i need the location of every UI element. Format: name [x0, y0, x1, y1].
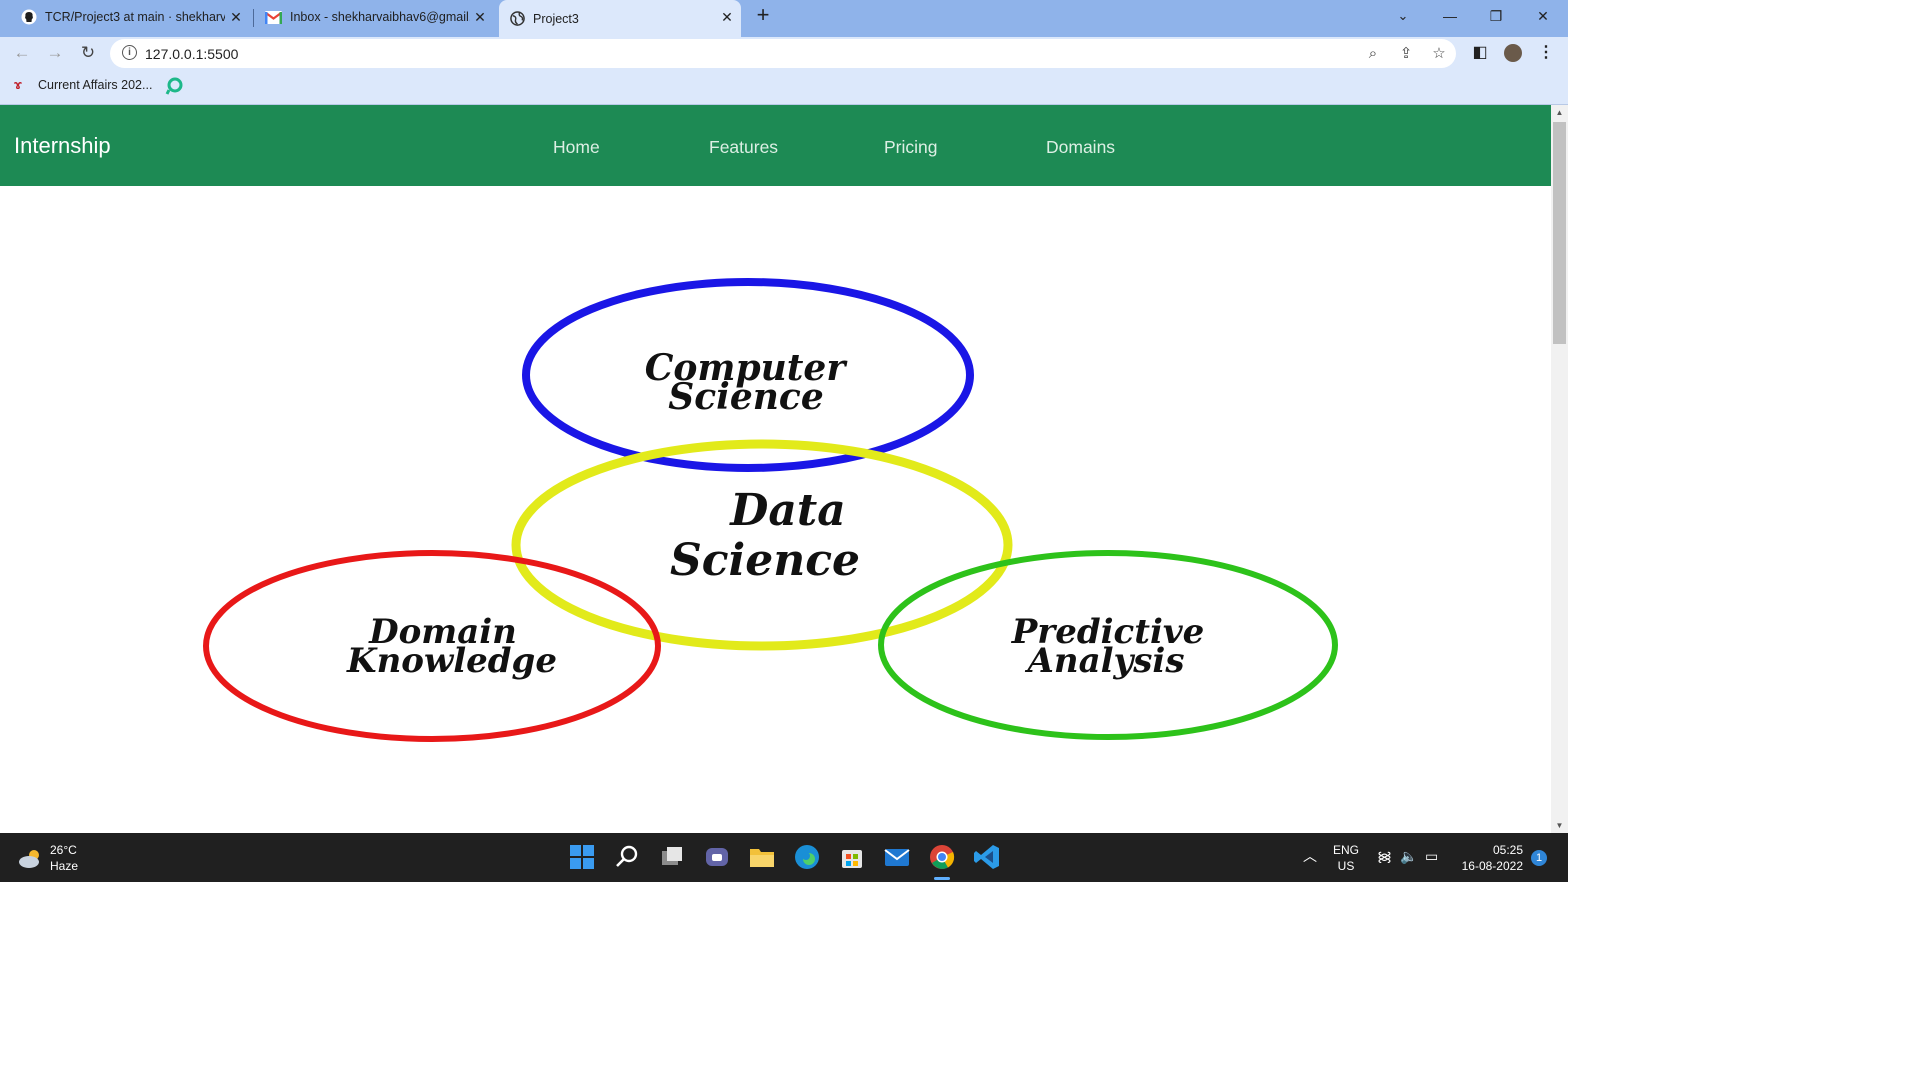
forward-button[interactable]: →: [44, 42, 66, 64]
circle-label-line2: Knowledge: [346, 641, 557, 681]
vscode-icon[interactable]: [973, 843, 1001, 871]
input-language[interactable]: ENG US: [1331, 842, 1361, 874]
scroll-down-icon[interactable]: ▼: [1551, 818, 1568, 833]
file-explorer-icon[interactable]: [748, 843, 776, 871]
tab-title: TCR/Project3 at main · shekharvaibhav6: [45, 10, 225, 24]
side-panel-icon[interactable]: ◧: [1469, 42, 1491, 64]
page-scrollbar[interactable]: ▲ ▼: [1551, 105, 1568, 833]
windows-taskbar: 26°C Haze ︿ ENG US ᯼ 🔈 ▭ 05:25 16-08-202…: [0, 833, 1568, 882]
weather-temp: 26°C: [50, 843, 77, 857]
tab-title: Project3: [533, 11, 579, 26]
circle-domain-knowledge: Domain Knowledge: [203, 550, 661, 742]
circle-label-line1: Data: [728, 485, 846, 536]
mail-icon[interactable]: [883, 843, 911, 871]
gmail-icon: [265, 10, 282, 24]
address-bar[interactable]: i 127.0.0.1:5500 ⌕ ⇪ ☆: [110, 39, 1456, 68]
circle-data-science: Data Science: [511, 439, 1013, 651]
show-hidden-icons-icon[interactable]: ︿: [1303, 848, 1317, 864]
menu-icon[interactable]: ⋮: [1535, 42, 1557, 64]
bookmark-current-affairs[interactable]: ɤ Current Affairs 202...: [14, 77, 153, 93]
weather-desc: Haze: [50, 859, 79, 873]
minimize-button[interactable]: —: [1438, 6, 1462, 26]
zoom-icon[interactable]: ⌕: [1364, 45, 1382, 63]
close-tab-icon[interactable]: ✕: [472, 9, 488, 25]
browser-toolbar: ← → ↻ i 127.0.0.1:5500 ⌕ ⇪ ☆ ◧ ⋮: [0, 37, 1568, 70]
volume-icon[interactable]: 🔈: [1400, 848, 1417, 864]
tab-github[interactable]: TCR/Project3 at main · shekharvaibhav6 ✕: [12, 0, 250, 34]
bookmark-favicon-icon: ɤ: [14, 77, 22, 92]
site-info-icon[interactable]: i: [122, 45, 137, 60]
clock-date: 16-08-2022: [1461, 859, 1523, 873]
wifi-icon[interactable]: ᯼: [1377, 848, 1392, 864]
close-tab-icon[interactable]: ✕: [228, 9, 244, 25]
task-view-icon[interactable]: [658, 843, 686, 871]
circle-label-line2: Science: [668, 376, 824, 418]
url-text: 127.0.0.1:5500: [145, 46, 239, 62]
extension-icon[interactable]: [165, 77, 183, 95]
windows-start-icon[interactable]: [568, 843, 596, 871]
battery-icon[interactable]: ▭: [1425, 848, 1438, 864]
tab-gmail[interactable]: Inbox - shekharvaibhav6@gmail.com ✕: [256, 0, 494, 34]
chrome-icon[interactable]: [928, 843, 956, 871]
circle-label-line2: Analysis: [1024, 641, 1184, 681]
data-science-venn-image: Computer Science Data Science Domain Kno…: [203, 278, 1338, 742]
clock[interactable]: 05:25 16-08-2022: [1455, 842, 1523, 874]
bookmark-label: Current Affairs 202...: [38, 78, 153, 92]
teams-chat-icon[interactable]: [703, 843, 731, 871]
clock-time: 05:25: [1492, 843, 1523, 857]
back-button[interactable]: ←: [11, 42, 33, 64]
notification-badge[interactable]: 1: [1531, 850, 1547, 866]
close-tab-icon[interactable]: ✕: [719, 9, 735, 25]
bookmarks-bar: ɤ Current Affairs 202...: [0, 70, 1568, 105]
reload-button[interactable]: ↻: [77, 42, 99, 64]
scrollbar-thumb[interactable]: [1553, 122, 1566, 344]
scroll-up-icon[interactable]: ▲: [1551, 105, 1568, 120]
weather-widget[interactable]: 26°C Haze: [18, 842, 78, 874]
profile-avatar[interactable]: [1502, 42, 1524, 64]
share-icon[interactable]: ⇪: [1397, 45, 1415, 63]
github-icon: [21, 9, 37, 25]
close-window-button[interactable]: ✕: [1531, 6, 1555, 26]
search-icon[interactable]: [613, 843, 641, 871]
tab-title: Inbox - shekharvaibhav6@gmail.com: [290, 10, 470, 24]
tab-strip: TCR/Project3 at main · shekharvaibhav6 ✕…: [0, 0, 1568, 37]
restore-button[interactable]: ❐: [1484, 6, 1508, 26]
microsoft-store-icon[interactable]: [838, 843, 866, 871]
globe-icon: [510, 11, 525, 26]
cloud-sun-icon: [19, 850, 39, 868]
tab-search-button[interactable]: ⌄: [1391, 6, 1415, 26]
new-tab-button[interactable]: +: [751, 4, 775, 26]
circle-label-line2: Science: [670, 535, 860, 586]
page-viewport: Internship Home Features Pricing Domains…: [0, 105, 1551, 833]
bookmark-star-icon[interactable]: ☆: [1430, 45, 1448, 63]
active-app-indicator: [934, 877, 950, 880]
region-code: US: [1337, 859, 1355, 873]
language-code: ENG: [1332, 843, 1359, 857]
circle-predictive-analysis: Predictive Analysis: [878, 550, 1338, 740]
tab-separator: [253, 9, 254, 27]
edge-browser-icon[interactable]: [793, 843, 821, 871]
tab-project3[interactable]: Project3 ✕: [499, 0, 741, 37]
